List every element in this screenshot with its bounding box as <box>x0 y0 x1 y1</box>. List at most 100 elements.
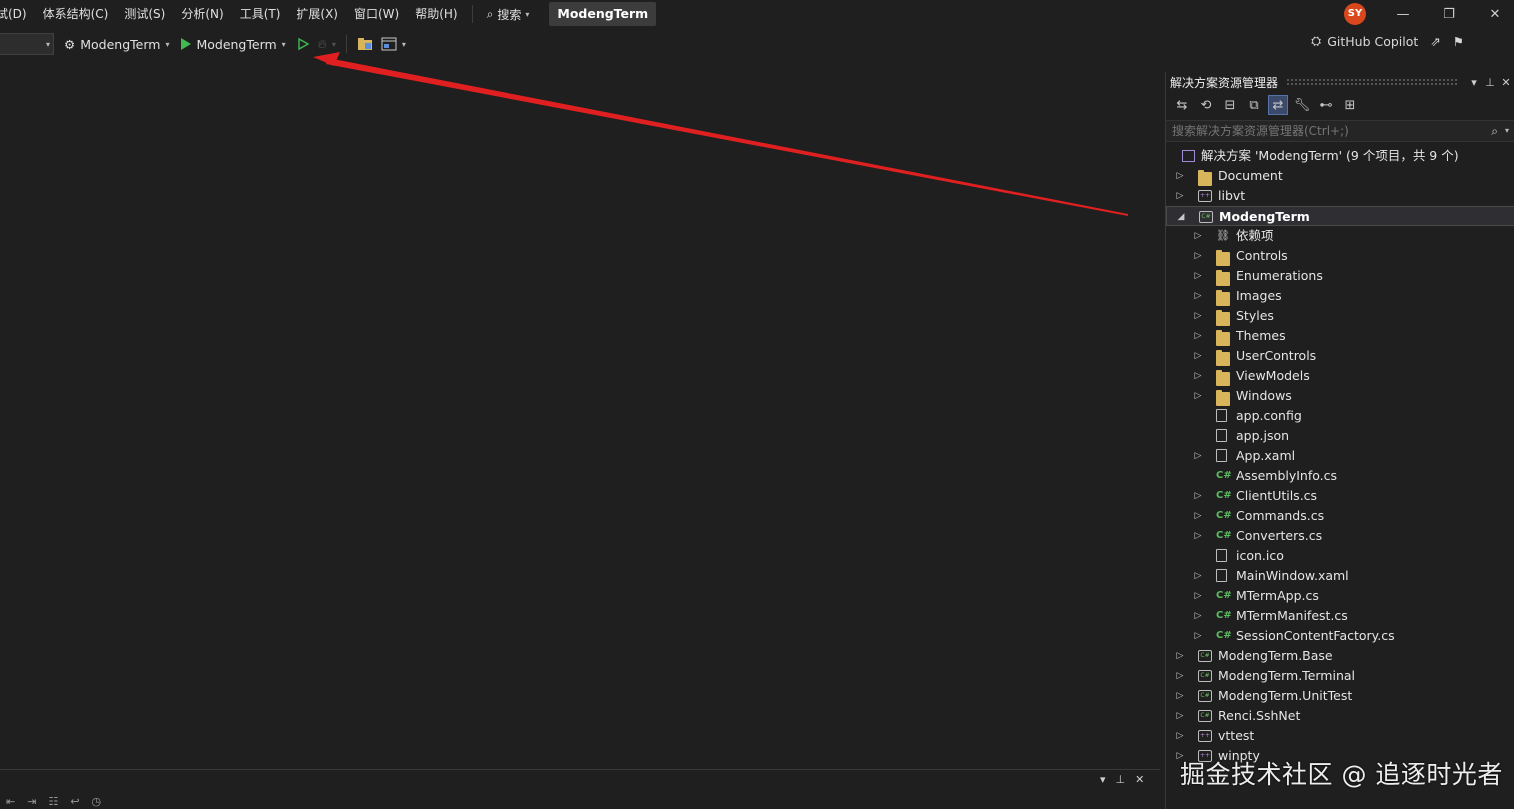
menu-window[interactable]: 窗口(W) <box>346 0 407 28</box>
tree-item-cs[interactable]: ▷ C# MTermApp.cs <box>1166 586 1514 606</box>
menu-help[interactable]: 帮助(H) <box>407 0 465 28</box>
tree-item-dependency[interactable]: ▷ ⛓ 依赖项 <box>1166 226 1514 246</box>
tree-item-cs[interactable]: ▷ C# SessionContentFactory.cs <box>1166 626 1514 646</box>
tree-item-project-vc[interactable]: ▷ ++ vttest <box>1166 726 1514 746</box>
preview-icon[interactable]: ⊷ <box>1316 95 1336 115</box>
collapsed-arrow-icon[interactable]: ▷ <box>1192 446 1204 466</box>
collapsed-arrow-icon[interactable]: ▷ <box>1192 246 1204 266</box>
collapsed-arrow-icon[interactable]: ▷ <box>1192 386 1204 406</box>
open-folder-button[interactable] <box>353 32 377 56</box>
tree-item-folder[interactable]: ▷ Enumerations <box>1166 266 1514 286</box>
collapsed-arrow-icon[interactable]: ▷ <box>1174 166 1186 186</box>
tree-item-project[interactable]: ▷ C# ModengTerm.UnitTest <box>1166 686 1514 706</box>
collapsed-arrow-icon[interactable]: ▷ <box>1174 706 1186 726</box>
tree-item-folder[interactable]: ▷ Styles <box>1166 306 1514 326</box>
tree-item-folder[interactable]: ▷ ViewModels <box>1166 366 1514 386</box>
tree-item-project-vc[interactable]: ▷ ++ libvt <box>1166 186 1514 206</box>
tree-item-cs[interactable]: ▷ C# ClientUtils.cs <box>1166 486 1514 506</box>
avatar[interactable]: SY <box>1344 3 1366 25</box>
tree-item-cs[interactable]: ▷ C# Commands.cs <box>1166 506 1514 526</box>
tree-item-project[interactable]: ◢ C# ModengTerm <box>1166 206 1514 226</box>
clock-icon[interactable]: ◷ <box>92 795 102 808</box>
search-input[interactable] <box>1172 124 1472 138</box>
tree-item-folder[interactable]: ▷ Images <box>1166 286 1514 306</box>
collapsed-arrow-icon[interactable]: ▷ <box>1192 266 1204 286</box>
hot-reload-button[interactable]: 🔥︎ ▾ <box>314 32 340 56</box>
pin-icon[interactable]: ⊥ <box>1482 76 1498 89</box>
menu-debug[interactable]: 试(D) <box>0 0 35 28</box>
tree-item-cs[interactable]: ▷ C# MTermManifest.cs <box>1166 606 1514 626</box>
sync-active-document-icon[interactable]: ⇄ <box>1268 95 1288 115</box>
drag-handle[interactable] <box>1286 78 1458 86</box>
search-button[interactable]: ⌕ 搜索 ▾ <box>479 0 538 28</box>
word-wrap-icon[interactable]: ↩ <box>70 795 79 808</box>
collapsed-arrow-icon[interactable]: ▷ <box>1174 686 1186 706</box>
chevron-down-icon[interactable]: ▾ <box>1100 773 1106 786</box>
outdent-icon[interactable]: ⇥ <box>27 795 36 808</box>
pin-icon[interactable]: ⊥ <box>1116 773 1126 786</box>
search-icon[interactable]: ⌕ <box>1491 124 1498 139</box>
tree-item-folder[interactable]: ▷ UserControls <box>1166 346 1514 366</box>
chevron-down-icon[interactable]: ▾ <box>1505 126 1509 135</box>
collapsed-arrow-icon[interactable]: ▷ <box>1174 666 1186 686</box>
tree-item-file[interactable]: icon.ico <box>1166 546 1514 566</box>
tree-item-project[interactable]: ▷ C# ModengTerm.Base <box>1166 646 1514 666</box>
collapse-all-icon[interactable]: ⊟ <box>1220 95 1240 115</box>
tree-item-folder[interactable]: ▷ Themes <box>1166 326 1514 346</box>
class-view-icon[interactable]: ⊞ <box>1340 95 1360 115</box>
tree-item-file[interactable]: ▷ MainWindow.xaml <box>1166 566 1514 586</box>
close-button[interactable]: ✕ <box>1472 0 1514 28</box>
tree-item-file[interactable]: app.config <box>1166 406 1514 426</box>
chevron-down-icon[interactable]: ▾ <box>1466 76 1482 89</box>
collapsed-arrow-icon[interactable]: ▷ <box>1192 326 1204 346</box>
menu-architecture[interactable]: 体系结构(C) <box>35 0 117 28</box>
solution-platform-combo[interactable]: ▾ <box>0 33 54 55</box>
layout-button[interactable]: ▾ <box>377 32 410 56</box>
show-all-files-icon[interactable]: ⧉ <box>1244 95 1264 115</box>
tree-item-solution[interactable]: 解决方案 'ModengTerm' (9 个项目，共 9 个) <box>1166 146 1514 166</box>
collapsed-arrow-icon[interactable]: ▷ <box>1192 626 1204 646</box>
collapsed-arrow-icon[interactable]: ▷ <box>1192 506 1204 526</box>
menu-extensions[interactable]: 扩展(X) <box>288 0 346 28</box>
switch-views-icon[interactable]: ⇆ <box>1172 95 1192 115</box>
menu-tools[interactable]: 工具(T) <box>232 0 289 28</box>
history-icon[interactable]: ⟲ <box>1196 95 1216 115</box>
collapsed-arrow-icon[interactable]: ▷ <box>1192 606 1204 626</box>
tree-item-project[interactable]: ▷ C# Renci.SshNet <box>1166 706 1514 726</box>
collapsed-arrow-icon[interactable]: ▷ <box>1174 186 1186 206</box>
start-debugging-button[interactable]: ModengTerm ▾ <box>175 32 291 56</box>
menu-test[interactable]: 测试(S) <box>116 0 173 28</box>
tree-item-folder[interactable]: ▷ Windows <box>1166 386 1514 406</box>
tree-item-cs[interactable]: C# AssemblyInfo.cs <box>1166 466 1514 486</box>
collapsed-arrow-icon[interactable]: ▷ <box>1174 726 1186 746</box>
menu-analyze[interactable]: 分析(N) <box>173 0 231 28</box>
collapsed-arrow-icon[interactable]: ▷ <box>1192 566 1204 586</box>
github-copilot-button[interactable]: ⛭ GitHub Copilot ⇗ ⚑ <box>1311 33 1464 49</box>
collapsed-arrow-icon[interactable]: ▷ <box>1192 306 1204 326</box>
collapsed-arrow-icon[interactable]: ▷ <box>1192 526 1204 546</box>
collapsed-arrow-icon[interactable]: ▷ <box>1192 366 1204 386</box>
expanded-arrow-icon[interactable]: ◢ <box>1175 207 1187 227</box>
tree-item-cs[interactable]: ▷ C# Converters.cs <box>1166 526 1514 546</box>
collapsed-arrow-icon[interactable]: ▷ <box>1192 486 1204 506</box>
tree-item-folder[interactable]: ▷ Document <box>1166 166 1514 186</box>
close-icon[interactable]: ✕ <box>1498 76 1514 89</box>
solution-explorer-search[interactable]: ⌕ ▾ <box>1166 120 1514 142</box>
minimize-button[interactable]: — <box>1380 0 1426 28</box>
collapsed-arrow-icon[interactable]: ▷ <box>1192 226 1204 246</box>
share-icon[interactable]: ⇗ <box>1430 34 1440 49</box>
tree-item-project[interactable]: ▷ C# ModengTerm.Terminal <box>1166 666 1514 686</box>
collapsed-arrow-icon[interactable]: ▷ <box>1192 346 1204 366</box>
tree-item-file[interactable]: app.json <box>1166 426 1514 446</box>
indent-icon[interactable]: ⇤ <box>6 795 15 808</box>
properties-icon[interactable]: 🔧︎ <box>1292 95 1312 115</box>
start-without-debugging-button[interactable] <box>292 32 314 56</box>
feedback-icon[interactable]: ⚑ <box>1453 34 1464 49</box>
collapsed-arrow-icon[interactable]: ▷ <box>1192 586 1204 606</box>
tree-item-file[interactable]: ▷ App.xaml <box>1166 446 1514 466</box>
close-icon[interactable]: ✕ <box>1135 773 1144 786</box>
clear-all-icon[interactable]: ☷ <box>48 795 58 808</box>
restore-button[interactable]: ❐ <box>1426 0 1472 28</box>
tree-item-folder[interactable]: ▷ Controls <box>1166 246 1514 266</box>
startup-project-selector[interactable]: ⚙ ModengTerm ▾ <box>58 32 175 56</box>
